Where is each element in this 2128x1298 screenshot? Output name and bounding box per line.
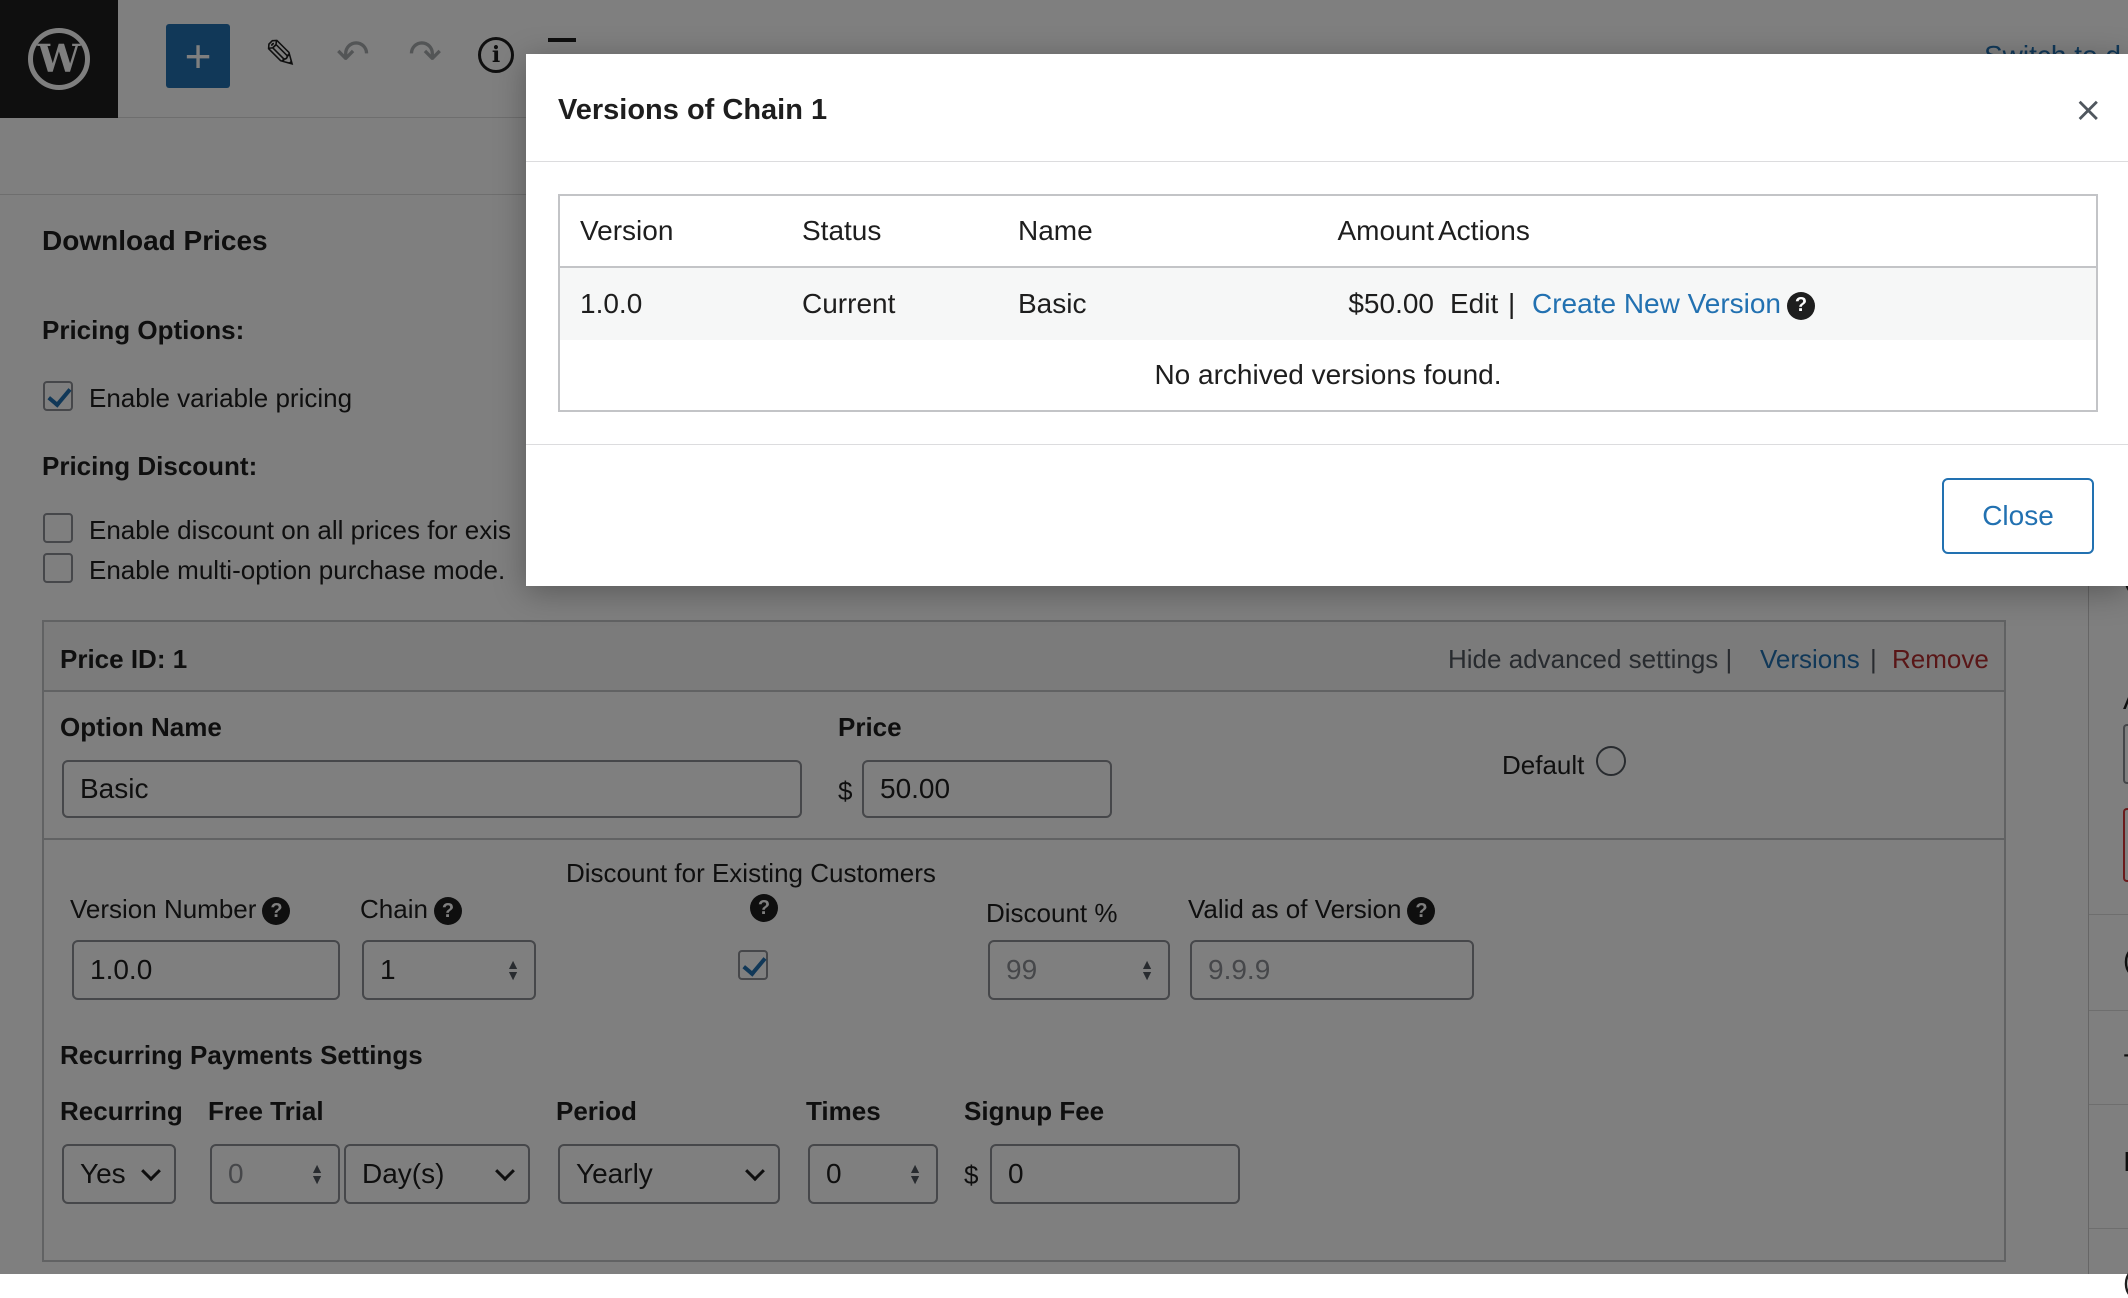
versions-modal: Versions of Chain 1 × Version Status Nam…	[526, 54, 2128, 586]
table-row: 1.0.0 Current Basic $50.00 Edit | Create…	[560, 268, 2096, 340]
edit-link[interactable]: Edit	[1450, 288, 1498, 320]
modal-title: Versions of Chain 1	[558, 94, 828, 126]
modal-footer-divider	[526, 444, 2128, 445]
name-cell: Basic	[1018, 288, 1087, 319]
actions-separator: |	[1508, 288, 1516, 319]
create-new-version-action: Create New Version?	[1532, 288, 1816, 320]
versions-table: Version Status Name Amount Actions 1.0.0…	[558, 194, 2098, 412]
empty-row: No archived versions found.	[560, 340, 2096, 410]
column-header-name: Name	[1018, 215, 1093, 246]
table-header-row: Version Status Name Amount Actions	[560, 196, 2096, 268]
column-header-status: Status	[802, 215, 882, 246]
column-header-version: Version	[580, 215, 674, 246]
status-cell: Current	[802, 288, 896, 319]
create-new-version-link[interactable]: Create New Version	[1532, 288, 1781, 319]
create-version-help-icon[interactable]: ?	[1787, 291, 1816, 320]
version-cell: 1.0.0	[580, 288, 643, 319]
amount-cell: $50.00	[1348, 288, 1434, 319]
empty-message: No archived versions found.	[1154, 359, 1502, 390]
column-header-actions: Actions	[1438, 215, 1530, 246]
modal-header: Versions of Chain 1 ×	[526, 54, 2128, 162]
close-button[interactable]: Close	[1942, 478, 2094, 554]
column-header-amount: Amount	[1337, 215, 1435, 246]
close-icon[interactable]: ×	[2074, 90, 2103, 130]
